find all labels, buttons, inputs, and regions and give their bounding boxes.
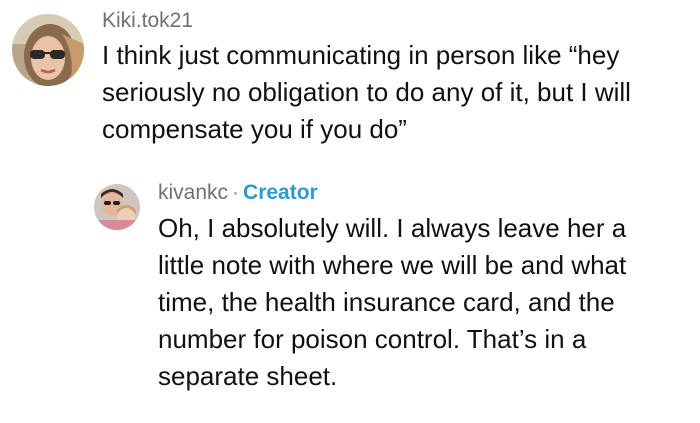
reply-text: Oh, I absolutely will. I always leave he… xyxy=(158,213,627,391)
avatar[interactable] xyxy=(12,14,84,86)
reply-header: kivankc · Creator xyxy=(158,180,678,206)
avatar[interactable] xyxy=(94,184,140,230)
creator-avatar-group-photo-icon xyxy=(94,184,140,230)
separator-dot: · xyxy=(232,181,240,204)
user-avatar-sunglasses-icon xyxy=(12,14,84,86)
comment-text: I think just communicating in person lik… xyxy=(102,40,631,144)
comment-username[interactable]: Kiki.tok21 xyxy=(102,8,672,34)
creator-badge: Creator xyxy=(243,181,318,204)
reply-username[interactable]: kivankc xyxy=(158,181,228,204)
